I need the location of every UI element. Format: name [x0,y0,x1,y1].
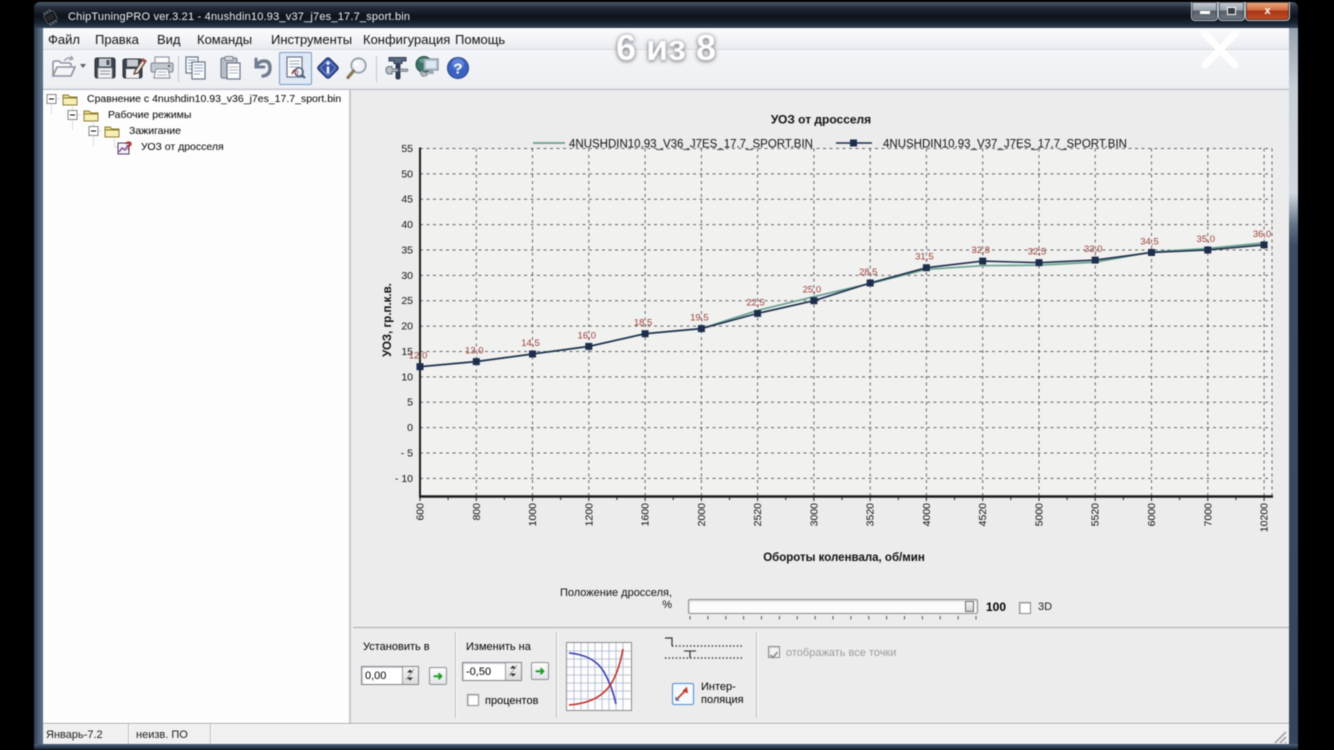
svg-text:800: 800 [471,503,483,521]
svg-text:10200: 10200 [1259,503,1271,532]
svg-text:?: ? [125,139,132,153]
svg-text:31,5: 31,5 [915,252,934,263]
svg-text:28,5: 28,5 [859,267,878,278]
svg-text:7000: 7000 [1202,503,1214,527]
svg-text:3520: 3520 [865,503,877,527]
svg-text:16,0: 16,0 [578,330,597,341]
svg-text:5520: 5520 [1090,503,1102,527]
svg-text:32,5: 32,5 [1028,247,1047,258]
svg-text:45: 45 [401,194,413,206]
svg-text:34,5: 34,5 [1140,237,1159,248]
svg-text:18,5: 18,5 [634,318,653,329]
svg-text:- 10: - 10 [395,473,413,485]
svg-text:5000: 5000 [1034,503,1046,527]
svg-text:6000: 6000 [1146,503,1158,527]
svg-text:25: 25 [401,295,413,307]
svg-text:50: 50 [401,168,413,180]
svg-text:4000: 4000 [921,503,933,527]
svg-text:35: 35 [401,245,413,257]
svg-text:600: 600 [415,503,427,521]
svg-text:УОЗ, гр.п.к.в.: УОЗ, гр.п.к.в. [382,283,394,357]
svg-text:4520: 4520 [977,503,989,527]
svg-text:12,0: 12,0 [409,351,428,362]
svg-text:- 5: - 5 [401,448,413,460]
svg-text:32,8: 32,8 [971,245,990,256]
svg-text:4NUSHDIN10.93_V37_J7ES_17.7_SP: 4NUSHDIN10.93_V37_J7ES_17.7_SPORT.BIN [883,139,1127,151]
svg-text:55: 55 [401,143,413,155]
svg-text:22,5: 22,5 [746,297,765,308]
svg-text:36,0: 36,0 [1253,229,1272,240]
svg-text:13,0: 13,0 [465,346,484,357]
svg-text:19,5: 19,5 [690,313,709,324]
svg-text:0: 0 [407,422,413,434]
svg-text:УОЗ от дросселя: УОЗ от дросселя [771,113,871,127]
svg-text:30: 30 [401,270,413,282]
svg-text:1600: 1600 [640,503,652,527]
svg-text:35,0: 35,0 [1197,234,1216,245]
svg-text:33,0: 33,0 [1084,244,1103,255]
svg-text:Обороты коленвала, об/мин: Обороты коленвала, об/мин [763,552,925,564]
svg-text:14,5: 14,5 [521,338,540,349]
svg-text:?: ? [453,61,462,78]
svg-text:25,0: 25,0 [803,285,822,296]
svg-text:1000: 1000 [527,503,539,527]
svg-text:4NUSHDIN10.93_V36_J7ES_17.7_SP: 4NUSHDIN10.93_V36_J7ES_17.7_SPORT.BIN [569,139,813,151]
svg-text:40: 40 [401,219,413,231]
svg-text:20: 20 [401,321,413,333]
svg-text:2520: 2520 [752,503,764,527]
svg-text:5: 5 [407,397,413,409]
svg-text:2000: 2000 [696,503,708,527]
svg-text:3000: 3000 [808,503,820,527]
svg-text:1200: 1200 [583,503,595,527]
svg-text:10: 10 [401,371,413,383]
